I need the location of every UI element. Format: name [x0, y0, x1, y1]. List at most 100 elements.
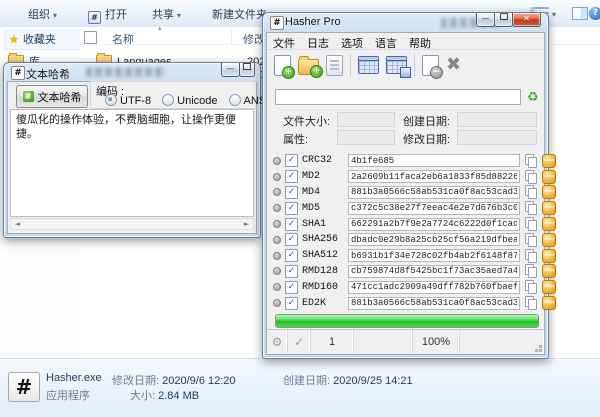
copy-icon[interactable] — [525, 264, 537, 278]
resize-grip[interactable] — [539, 349, 542, 352]
lookup-icon[interactable] — [542, 154, 556, 168]
scroll-right-icon[interactable]: ► — [240, 219, 253, 229]
dialog-title: 文本哈希 — [26, 66, 70, 81]
algo-checkbox[interactable]: ✓ — [285, 249, 298, 262]
algo-checkbox[interactable]: ✓ — [285, 265, 298, 278]
algo-checkbox[interactable]: ✓ — [285, 170, 298, 183]
copy-icon[interactable] — [525, 233, 537, 247]
copy-icon[interactable] — [525, 185, 537, 199]
preview-pane-icon — [572, 7, 588, 20]
algo-checkbox[interactable]: ✓ — [285, 154, 298, 167]
copy-icon[interactable] — [525, 280, 537, 294]
column-divider[interactable] — [231, 29, 232, 44]
table-view-icon[interactable] — [358, 56, 379, 74]
copy-icon[interactable] — [525, 217, 537, 231]
scroll-left-icon[interactable]: ◄ — [11, 219, 24, 229]
radio-label[interactable]: Unicode — [177, 95, 217, 107]
hash-row: ✓ RMD128 — [267, 264, 544, 280]
status-led-icon — [273, 173, 281, 181]
radio-label[interactable]: UTF-8 — [120, 95, 151, 107]
horizontal-scrollbar[interactable]: ◄ ► — [10, 218, 254, 230]
lookup-icon[interactable] — [542, 185, 556, 199]
minimize-button[interactable]: — — [476, 13, 495, 27]
copy-icon[interactable] — [525, 296, 537, 310]
toolbar-divider — [350, 54, 351, 76]
copy-icon[interactable] — [525, 170, 537, 184]
refresh-icon[interactable]: ♻ — [527, 89, 539, 105]
algo-label: SHA1 — [302, 219, 348, 230]
details-created: 创建日期: 2020/9/25 14:21 — [283, 372, 413, 388]
maximize-button[interactable] — [494, 13, 513, 27]
hash-value-field[interactable] — [348, 281, 520, 294]
lookup-icon[interactable] — [542, 201, 556, 215]
explorer-details-pane: # Hasher.exe 修改日期: 2020/9/6 12:20 创建日期: … — [0, 358, 600, 417]
close-button[interactable]: ✕ — [512, 13, 541, 27]
copy-icon[interactable] — [525, 201, 537, 215]
algo-checkbox[interactable]: ✓ — [285, 233, 298, 246]
status-led-icon — [273, 188, 281, 196]
copy-icon[interactable] — [525, 154, 537, 168]
remove-file-icon[interactable]: − — [422, 55, 439, 76]
share-menu[interactable]: 共享▾ — [152, 6, 181, 22]
hash-value-field[interactable] — [348, 154, 520, 167]
text-input-area[interactable]: 傻瓜化的操作体验，不费脑细胞，让操作更便捷。 — [10, 109, 254, 217]
hash-value-field[interactable] — [348, 297, 520, 310]
minus-badge-icon: − — [430, 66, 443, 79]
hash-value-field[interactable] — [348, 202, 520, 215]
hash-value-field[interactable] — [348, 265, 520, 278]
add-file-icon[interactable]: + — [274, 55, 291, 76]
radio-unicode[interactable] — [162, 94, 174, 106]
text-hash-button[interactable]: # 文本哈希 — [16, 85, 88, 108]
status-cell-grip — [460, 330, 544, 354]
radio-utf-8[interactable] — [105, 94, 117, 106]
modified-value-box — [457, 130, 537, 145]
sidebar-item-favorites[interactable]: ★收藏夹 — [4, 30, 82, 50]
status-led-icon — [273, 236, 281, 244]
status-led-icon — [273, 283, 281, 291]
minimize-button[interactable]: — — [221, 63, 240, 77]
lookup-icon[interactable] — [542, 170, 556, 184]
maximize-button[interactable] — [239, 63, 255, 77]
select-all-checkbox[interactable] — [84, 31, 97, 45]
lookup-icon[interactable] — [542, 249, 556, 263]
settings-cell[interactable]: ⚙ — [267, 330, 288, 354]
hash-value-field[interactable] — [348, 218, 520, 231]
radio-ansi[interactable] — [229, 94, 241, 106]
clear-all-icon[interactable]: ✖ — [446, 53, 461, 77]
algo-label: CRC32 — [302, 155, 348, 166]
add-folder-icon[interactable]: + — [298, 59, 319, 75]
algo-checkbox[interactable]: ✓ — [285, 186, 298, 199]
lookup-icon[interactable] — [542, 233, 556, 247]
status-led-icon — [273, 204, 281, 212]
lookup-icon[interactable] — [542, 217, 556, 231]
algo-label: RMD160 — [302, 282, 348, 293]
text-hash-titlebar[interactable]: # 文本哈希 — — [4, 63, 260, 81]
algo-checkbox[interactable]: ✓ — [285, 202, 298, 215]
hash-value-field[interactable] — [348, 233, 520, 246]
hash-value-field[interactable] — [348, 186, 520, 199]
table-save-icon[interactable] — [386, 56, 407, 74]
algo-label: MD2 — [302, 171, 348, 182]
help-button[interactable]: ? — [589, 6, 600, 20]
hash-value-field[interactable] — [348, 170, 520, 183]
organize-menu[interactable]: 组织▾ — [28, 6, 57, 22]
hash-value-field[interactable] — [348, 249, 520, 262]
lookup-icon[interactable] — [542, 264, 556, 278]
algo-checkbox[interactable]: ✓ — [285, 218, 298, 231]
status-led-icon — [273, 267, 281, 275]
new-folder-button[interactable]: 新建文件夹 — [212, 6, 267, 22]
algo-checkbox[interactable]: ✓ — [285, 281, 298, 294]
lookup-icon[interactable] — [542, 296, 556, 310]
open-button[interactable]: #打开 — [88, 6, 127, 24]
percent-cell: 100% — [413, 330, 460, 354]
hasher-toolbar: + + −✖ — [267, 49, 544, 81]
lookup-icon[interactable] — [542, 280, 556, 294]
file-path-input[interactable] — [275, 89, 521, 105]
algo-checkbox[interactable]: ✓ — [285, 297, 298, 310]
copy-icon[interactable] — [525, 249, 537, 263]
verify-cell[interactable]: ✓ — [288, 330, 311, 354]
hasher-titlebar[interactable]: # Hasher Pro — ✕ — [263, 13, 548, 32]
report-icon[interactable] — [326, 55, 343, 76]
preview-pane-button[interactable] — [572, 7, 588, 22]
status-led-icon — [273, 252, 281, 260]
